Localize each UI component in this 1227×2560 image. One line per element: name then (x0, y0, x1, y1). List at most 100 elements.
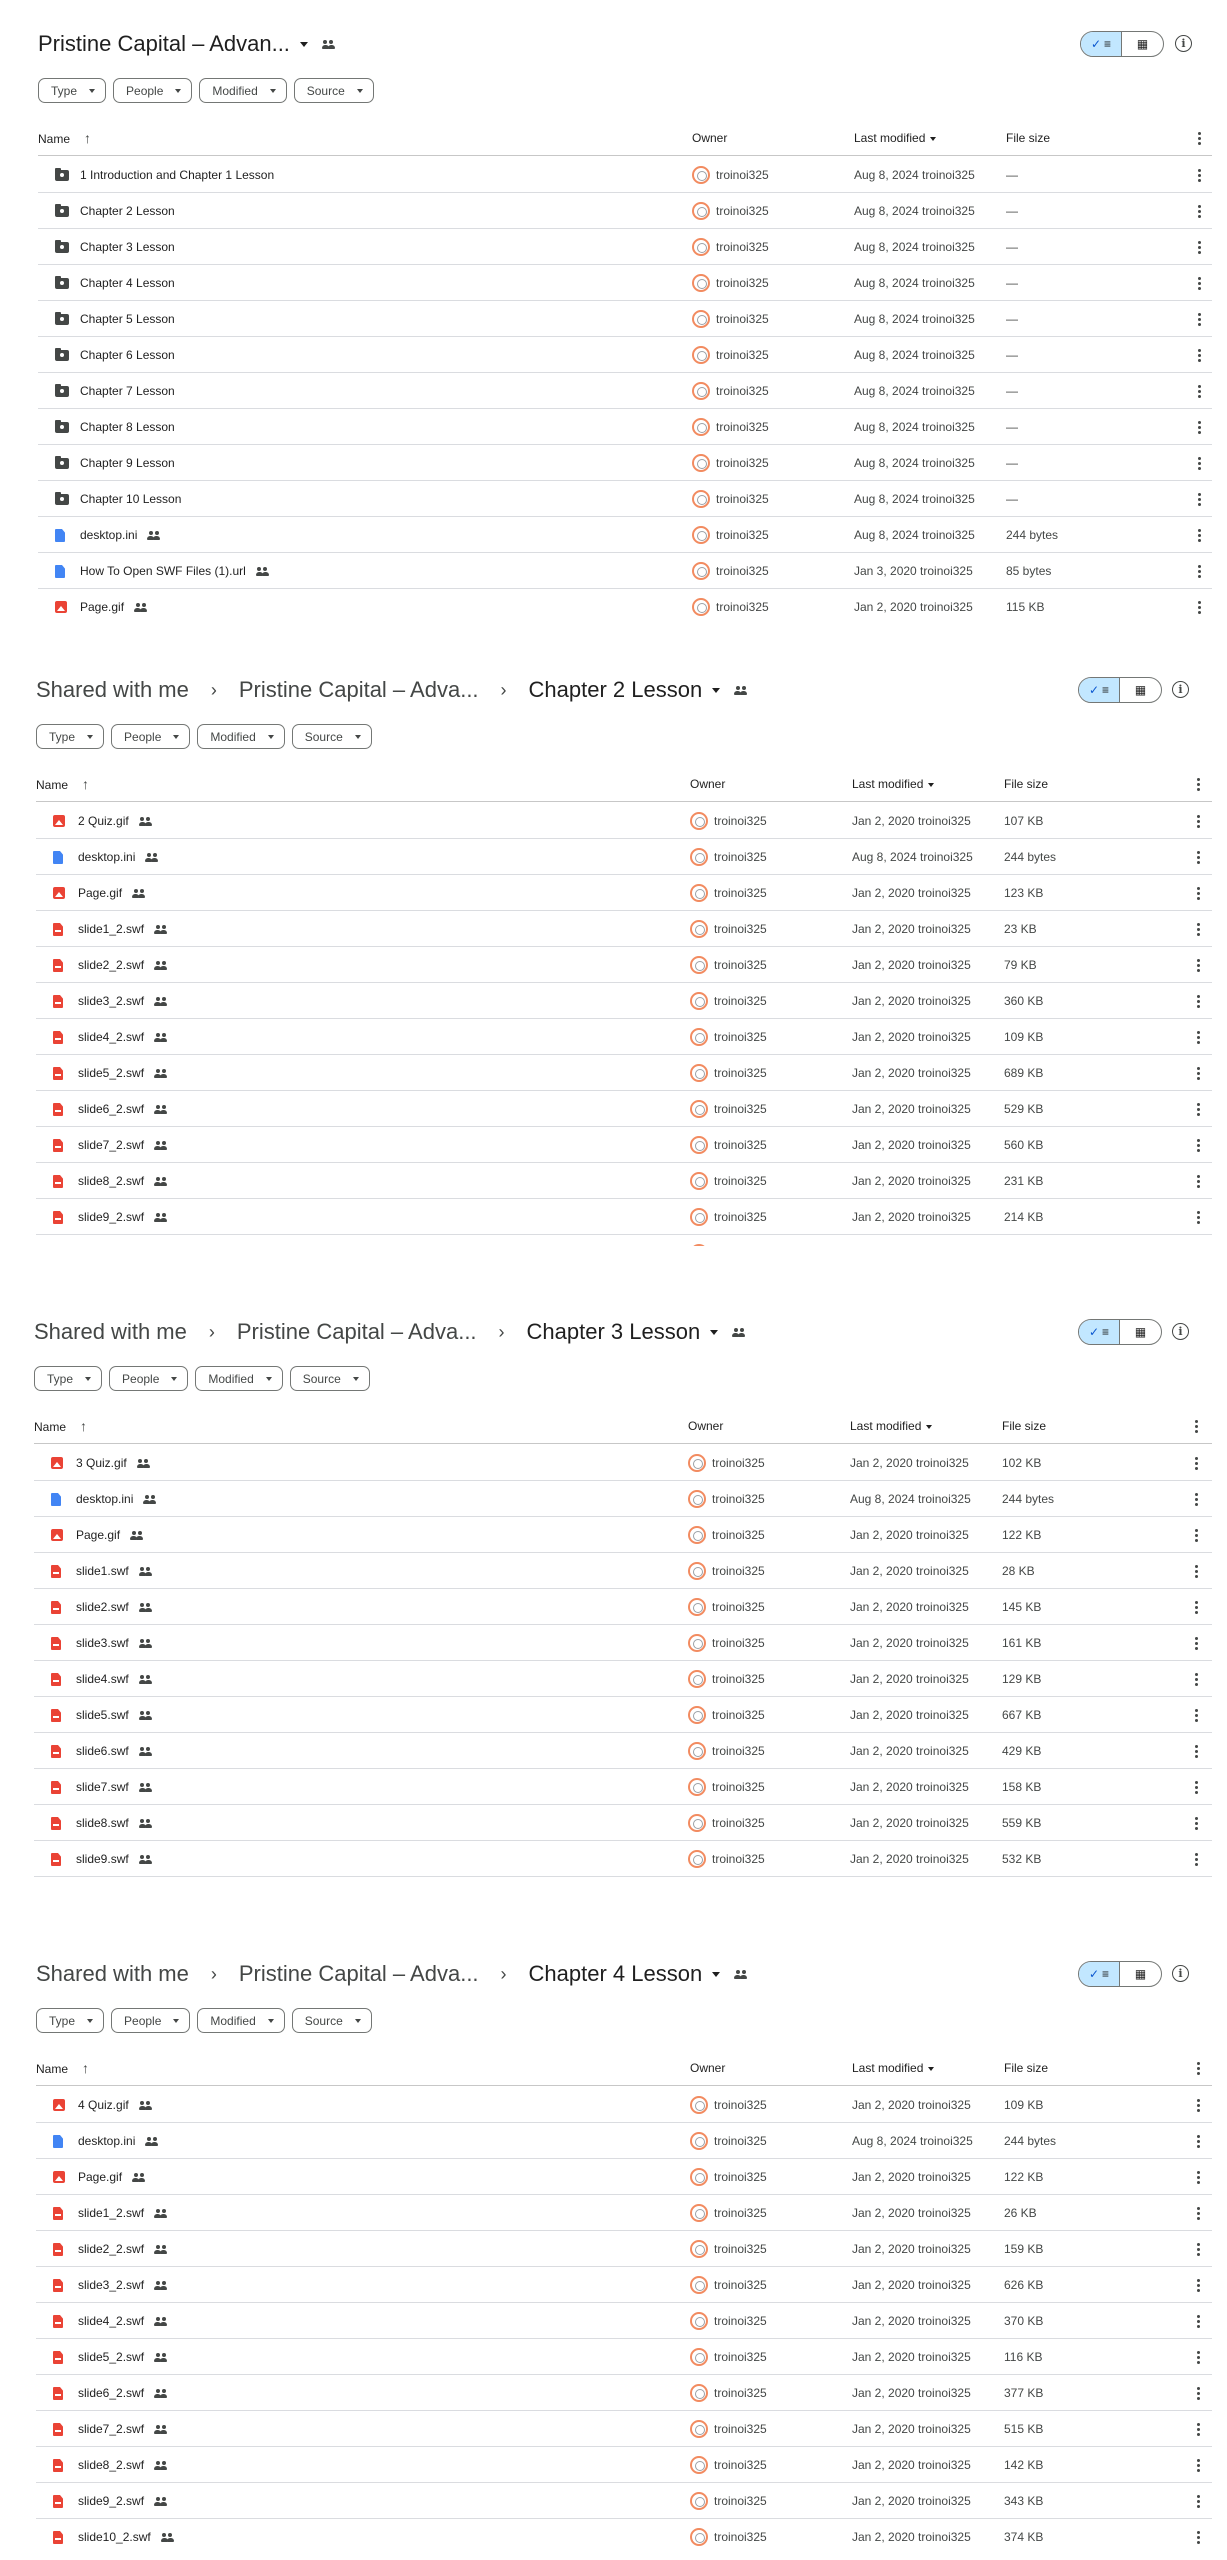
column-last-modified[interactable]: Last modified (852, 2050, 935, 2086)
table-row[interactable]: slide8_2.swf troinoi325 Jan 2, 2020 troino… (36, 1163, 1212, 1199)
file-name[interactable]: slide6.swf (76, 1733, 152, 1769)
file-name[interactable]: desktop.ini (80, 517, 161, 553)
info-icon[interactable]: i (1175, 35, 1192, 52)
more-actions-icon[interactable] (1195, 1709, 1198, 1724)
column-name[interactable]: Name ↑ (36, 2050, 89, 2086)
more-actions-icon[interactable] (1195, 1745, 1198, 1760)
column-last-modified[interactable]: Last modified (852, 766, 935, 802)
more-actions-icon[interactable] (1197, 1103, 1200, 1118)
column-name[interactable]: Name ↑ (38, 120, 91, 156)
more-actions-icon[interactable] (1197, 923, 1200, 938)
more-actions-icon[interactable] (1197, 959, 1200, 974)
table-row[interactable]: Chapter 5 Lesson troinoi325 Aug 8, 2024 tr… (38, 301, 1212, 337)
file-name[interactable]: slide10_2.swf (78, 2519, 174, 2550)
filter-chip-modified[interactable]: Modified (195, 1366, 283, 1391)
table-row[interactable]: Page.gif troinoi325 Jan 2, 2020 troinoi325… (34, 1517, 1212, 1553)
more-actions-icon[interactable] (1198, 169, 1201, 184)
file-name[interactable]: slide1_2.swf (78, 911, 168, 947)
more-actions-icon[interactable] (1197, 851, 1200, 866)
table-row[interactable]: slide6_2.swf troinoi325 Jan 2, 2020 troino… (36, 1091, 1212, 1127)
more-actions-icon[interactable] (1197, 2495, 1200, 2510)
more-actions-icon[interactable] (1197, 2315, 1200, 2330)
more-actions-icon[interactable] (1197, 995, 1200, 1010)
more-actions-icon[interactable] (1195, 1565, 1198, 1580)
filter-chip-people[interactable]: People (111, 724, 191, 749)
column-file-size[interactable]: File size (1002, 1408, 1046, 1444)
more-actions-icon[interactable] (1195, 1420, 1198, 1435)
file-name[interactable]: How To Open SWF Files (1).url (80, 553, 269, 589)
file-name[interactable]: Chapter 5 Lesson (80, 301, 175, 337)
more-actions-icon[interactable] (1197, 1139, 1200, 1154)
layout-toggle[interactable]: ✓ ≡ ▦ (1078, 1319, 1162, 1345)
table-row[interactable]: slide1.swf troinoi325 Jan 2, 2020 troinoi3… (34, 1553, 1212, 1589)
more-actions-icon[interactable] (1198, 349, 1201, 364)
column-name[interactable]: Name ↑ (36, 766, 89, 802)
table-row[interactable]: slide8_2.swf troinoi325 Jan 2, 2020 troino… (36, 2447, 1212, 2483)
file-name[interactable]: Chapter 3 Lesson (80, 229, 175, 265)
more-actions-icon[interactable] (1197, 1175, 1200, 1190)
more-actions-icon[interactable] (1197, 2351, 1200, 2366)
file-name[interactable]: Chapter 7 Lesson (80, 373, 175, 409)
more-actions-icon[interactable] (1195, 1637, 1198, 1652)
file-name[interactable]: Page.gif (80, 589, 148, 620)
table-row[interactable]: slide2_2.swf troinoi325 Jan 2, 2020 troino… (36, 2231, 1212, 2267)
more-actions-icon[interactable] (1197, 2207, 1200, 2222)
more-actions-icon[interactable] (1195, 1529, 1198, 1544)
filter-chip-modified[interactable]: Modified (197, 2008, 285, 2033)
table-row[interactable]: 1 Introduction and Chapter 1 Lesson troin… (38, 157, 1212, 193)
table-row[interactable]: 3 Quiz.gif troinoi325 Jan 2, 2020 troinoi3… (34, 1445, 1212, 1481)
file-name[interactable]: 4 Quiz.gif (78, 2087, 152, 2123)
sort-arrow-up-icon[interactable]: ↑ (82, 766, 89, 802)
table-row[interactable]: slide6_2.swf troinoi325 Jan 2, 2020 troino… (36, 2375, 1212, 2411)
more-actions-icon[interactable] (1195, 1781, 1198, 1796)
layout-toggle[interactable]: ✓ ≡ ▦ (1078, 677, 1162, 703)
more-actions-icon[interactable] (1197, 2531, 1200, 2546)
more-actions-icon[interactable] (1195, 1853, 1198, 1868)
grid-view-button[interactable]: ▦ (1122, 32, 1163, 56)
table-row[interactable]: slide8.swf troinoi325 Jan 2, 2020 troinoi3… (34, 1805, 1212, 1841)
file-name[interactable]: 3 Quiz.gif (76, 1445, 150, 1481)
table-row[interactable]: slide1_2.swf troinoi325 Jan 2, 2020 troino… (36, 2195, 1212, 2231)
table-row[interactable]: slide3_2.swf troinoi325 Jan 2, 2020 troino… (36, 983, 1212, 1019)
filter-chip-type[interactable]: Type (36, 2008, 105, 2033)
more-actions-icon[interactable] (1195, 1601, 1198, 1616)
file-name[interactable]: Chapter 6 Lesson (80, 337, 175, 373)
file-name[interactable]: slide5_2.swf (78, 2339, 168, 2375)
column-file-size[interactable]: File size (1004, 2050, 1048, 2086)
sort-arrow-up-icon[interactable]: ↑ (80, 1408, 87, 1444)
breadcrumb-item[interactable]: Shared with me (34, 1319, 187, 1345)
table-row[interactable]: slide1_2.swf troinoi325 Jan 2, 2020 troino… (36, 911, 1212, 947)
file-name[interactable]: Chapter 4 Lesson (80, 265, 175, 301)
more-actions-icon[interactable] (1197, 1211, 1200, 1226)
column-owner[interactable]: Owner (692, 120, 727, 156)
table-row[interactable]: slide7_2.swf troinoi325 Jan 2, 2020 troino… (36, 1127, 1212, 1163)
file-name[interactable]: slide10.swf (76, 1877, 158, 1882)
filter-chip-modified[interactable]: Modified (199, 78, 287, 103)
filter-chip-type[interactable]: Type (34, 1366, 103, 1391)
file-name[interactable]: slide1_2.swf (78, 2195, 168, 2231)
more-actions-icon[interactable] (1197, 2423, 1200, 2438)
table-row[interactable]: slide10_2.swf troinoi325 Jan 2, 2020 troin… (36, 1235, 1212, 1246)
table-row[interactable]: Chapter 8 Lesson troinoi325 Aug 8, 2024 tr… (38, 409, 1212, 445)
more-actions-icon[interactable] (1198, 277, 1201, 292)
column-last-modified[interactable]: Last modified (854, 120, 937, 156)
more-actions-icon[interactable] (1197, 2279, 1200, 2294)
grid-view-button[interactable]: ▦ (1120, 1962, 1161, 1986)
file-name[interactable]: slide9_2.swf (78, 1199, 168, 1235)
file-name[interactable]: slide4_2.swf (78, 2303, 168, 2339)
breadcrumb-item[interactable]: Pristine Capital – Adva... (239, 677, 479, 703)
layout-toggle[interactable]: ✓ ≡ ▦ (1080, 31, 1164, 57)
table-row[interactable]: slide7.swf troinoi325 Jan 2, 2020 troinoi3… (34, 1769, 1212, 1805)
table-row[interactable]: slide2_2.swf troinoi325 Jan 2, 2020 troino… (36, 947, 1212, 983)
more-actions-icon[interactable] (1197, 887, 1200, 902)
file-name[interactable]: slide8.swf (76, 1805, 152, 1841)
breadcrumb-item[interactable]: Pristine Capital – Adva... (237, 1319, 477, 1345)
current-folder-title[interactable]: Chapter 3 Lesson (527, 1319, 701, 1345)
file-name[interactable]: slide4_2.swf (78, 1019, 168, 1055)
more-actions-icon[interactable] (1197, 2171, 1200, 2186)
file-name[interactable]: slide6_2.swf (78, 2375, 168, 2411)
table-row[interactable]: slide3_2.swf troinoi325 Jan 2, 2020 troino… (36, 2267, 1212, 2303)
file-name[interactable]: slide1.swf (76, 1553, 152, 1589)
filter-chip-source[interactable]: Source (291, 724, 372, 749)
table-row[interactable]: Chapter 7 Lesson troinoi325 Aug 8, 2024 tr… (38, 373, 1212, 409)
